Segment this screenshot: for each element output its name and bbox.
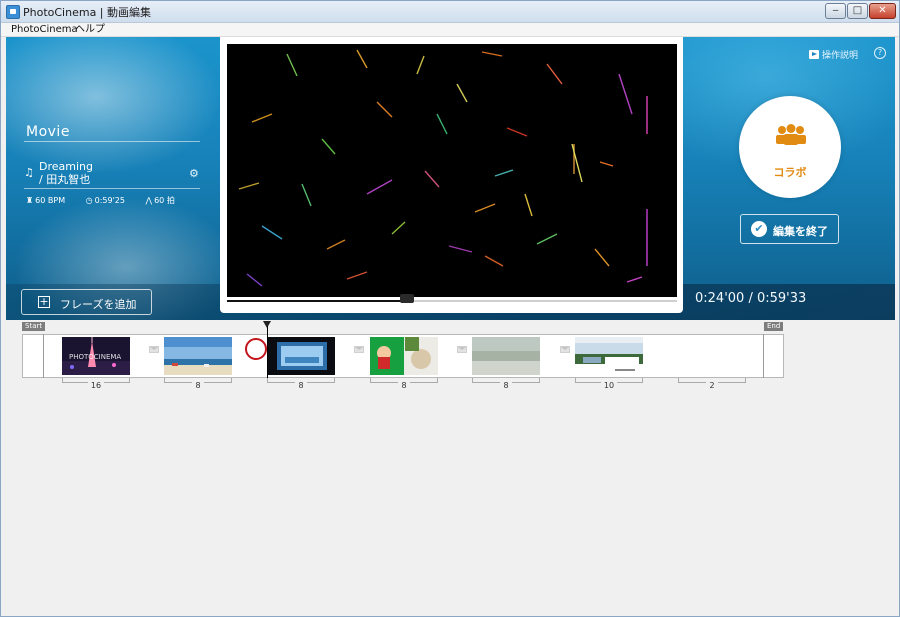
- duration-value: 0:59'25: [94, 196, 125, 205]
- video-player: [220, 37, 683, 313]
- collab-button[interactable]: コラボ: [739, 96, 841, 198]
- menu-photocinema[interactable]: PhotoCinema: [11, 23, 78, 36]
- movie-label: Movie: [26, 124, 70, 140]
- metronome-icon: ♜: [26, 196, 34, 205]
- maximize-icon: □: [852, 5, 863, 16]
- help-label: 操作説明: [822, 51, 859, 61]
- transition-icon[interactable]: [149, 346, 159, 353]
- app-window: PhotoCinema | 動画編集 ‒ □ ✕ PhotoCinema ヘルプ…: [0, 0, 900, 617]
- gear-icon[interactable]: ⚙: [189, 167, 199, 180]
- finish-edit-label: 編集を終了: [773, 225, 828, 238]
- video-screen[interactable]: [227, 44, 677, 297]
- clip-thumbnail[interactable]: [164, 337, 232, 375]
- clip-thumbnail[interactable]: [267, 337, 335, 375]
- clip-beat-count: 10: [575, 381, 643, 390]
- clip-beat-count: 8: [370, 381, 438, 390]
- clip-beat-count: 8: [472, 381, 540, 390]
- song-artist: / 田丸智也: [39, 173, 91, 186]
- close-icon: ✕: [878, 5, 887, 16]
- add-phrase-icon: +: [38, 295, 50, 308]
- beats-value: 60 拍: [154, 196, 175, 205]
- divider: [24, 141, 200, 142]
- timeline-end-marker: End: [764, 322, 784, 331]
- highlight-marker: [245, 338, 267, 360]
- editor-hero-panel: 操作説明 ? Movie ♫ Dreaming / 田丸智也 ⚙ ♜ 60 BPM…: [6, 37, 895, 320]
- seek-bar[interactable]: [227, 294, 677, 303]
- transition-icon[interactable]: [560, 346, 570, 353]
- window-title: PhotoCinema | 動画編集: [23, 6, 152, 19]
- divider: [24, 188, 200, 189]
- finish-edit-button[interactable]: ✔ 編集を終了: [740, 214, 839, 244]
- transition-icon[interactable]: [354, 346, 364, 353]
- question-icon[interactable]: ?: [874, 47, 886, 59]
- clip-beat-count: 8: [267, 381, 335, 390]
- menu-help[interactable]: ヘルプ: [75, 23, 105, 36]
- timeline-start-marker: Start: [22, 322, 46, 331]
- song-meta: ♜ 60 BPM ◷ 0:59'25 ⋀ 60 拍: [26, 195, 193, 206]
- timeline-start-line: [43, 334, 44, 378]
- music-note-icon: ♫: [24, 166, 34, 179]
- clip-beat-count: 2: [678, 381, 746, 390]
- help-link[interactable]: 操作説明: [809, 48, 858, 61]
- clip-thumbnail[interactable]: PHOTOCINEMA: [62, 337, 130, 375]
- transition-icon[interactable]: [457, 346, 467, 353]
- clock-icon: ◷: [85, 196, 93, 205]
- time-display: 0:24'00 / 0:59'33: [695, 291, 807, 306]
- song-title: Dreaming: [39, 160, 93, 173]
- beat-icon: ⋀: [145, 196, 153, 205]
- bpm-value: 60 BPM: [35, 196, 66, 205]
- playhead-line[interactable]: [267, 326, 268, 378]
- menu-bar: PhotoCinema ヘルプ: [1, 23, 899, 37]
- add-phrase-label: フレーズを追加: [60, 298, 137, 311]
- minimize-icon: ‒: [832, 5, 839, 16]
- add-phrase-button[interactable]: + フレーズを追加: [21, 289, 152, 315]
- clip-thumbnail[interactable]: [575, 337, 643, 375]
- minimize-button[interactable]: ‒: [825, 3, 846, 19]
- seek-bar-fill: [227, 300, 407, 302]
- clip-thumbnail[interactable]: [472, 337, 540, 375]
- clip-beat-count: 16: [62, 381, 130, 390]
- bpm-info: ♜ 60 BPM: [26, 196, 74, 205]
- svg-text:PHOTOCINEMA: PHOTOCINEMA: [69, 353, 121, 361]
- duration-info: ◷ 0:59'25: [86, 196, 134, 205]
- video-play-icon: [809, 50, 819, 59]
- collab-label: コラボ: [773, 166, 807, 179]
- song-info[interactable]: Dreaming / 田丸智也: [39, 160, 93, 186]
- maximize-button[interactable]: □: [847, 3, 868, 19]
- beats-info: ⋀ 60 拍: [146, 196, 184, 205]
- check-icon: ✔: [751, 221, 767, 237]
- timeline-end-line: [763, 334, 764, 378]
- app-icon: [6, 5, 20, 19]
- seek-handle[interactable]: [400, 294, 414, 303]
- people-icon: [776, 124, 806, 145]
- clip-thumbnail[interactable]: [370, 337, 438, 375]
- close-button[interactable]: ✕: [869, 3, 896, 19]
- title-bar: PhotoCinema | 動画編集 ‒ □ ✕: [1, 1, 899, 23]
- clip-beat-count: 8: [164, 381, 232, 390]
